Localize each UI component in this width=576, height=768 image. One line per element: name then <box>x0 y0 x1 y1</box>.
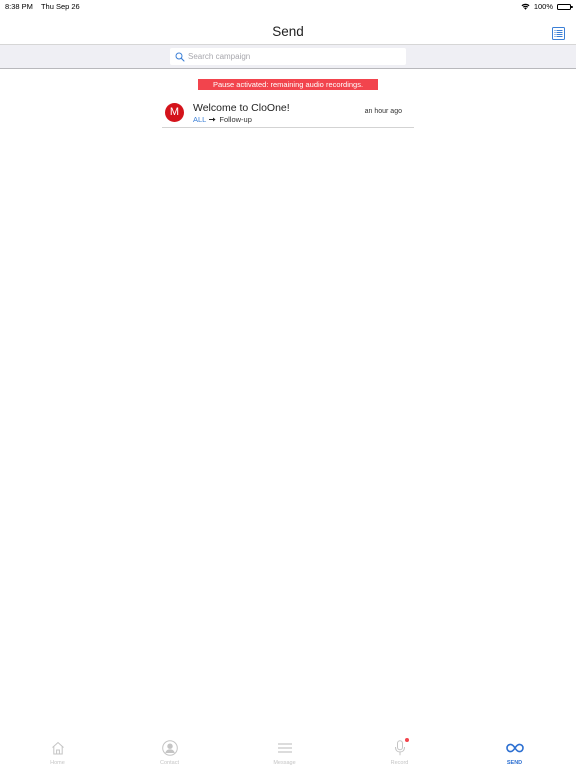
search-box[interactable] <box>170 48 406 65</box>
campaign-list-button[interactable] <box>552 27 565 40</box>
page-title: Send <box>272 24 304 39</box>
infinity-icon <box>505 739 524 757</box>
arrow-right-icon <box>209 117 216 122</box>
record-indicator-dot <box>404 738 409 742</box>
campaign-step: Follow-up <box>219 115 252 124</box>
tab-contact[interactable]: Contact <box>112 733 227 768</box>
tab-label-send: SEND <box>506 760 523 766</box>
status-left: 8:38 PM Thu Sep 26 <box>5 2 80 11</box>
tab-record[interactable]: Record <box>342 733 457 768</box>
menu-icon <box>277 739 293 757</box>
avatar: M <box>165 103 184 122</box>
list-icon <box>552 27 565 40</box>
wifi-icon <box>521 3 530 10</box>
tab-bar: Home Contact Message Record SEND <box>0 733 576 768</box>
status-right: 100% <box>521 2 573 11</box>
tab-send[interactable]: SEND <box>457 733 572 768</box>
campaign-subtitle: ALL Follow-up <box>193 115 252 124</box>
tab-message[interactable]: Message <box>227 733 342 768</box>
tab-home[interactable]: Home <box>0 733 115 768</box>
campaign-time: an hour ago <box>364 108 402 115</box>
search-bar <box>0 45 576 69</box>
campaign-title: Welcome to CloOne! <box>193 102 290 114</box>
search-input[interactable] <box>188 52 398 61</box>
home-icon <box>51 739 65 757</box>
battery-percent: 100% <box>533 2 553 11</box>
tab-label-home: Home <box>50 760 65 766</box>
pause-banner: Pause activated: remaining audio recordi… <box>198 79 378 90</box>
campaign-audience: ALL <box>193 115 207 124</box>
campaign-row[interactable]: M Welcome to CloOne! ALL Follow-up an ho… <box>162 98 414 128</box>
nav-bar: Send <box>0 14 576 45</box>
status-bar: 8:38 PM Thu Sep 26 100% <box>0 0 576 14</box>
status-time: 8:38 PM <box>5 2 33 11</box>
search-icon <box>175 52 185 62</box>
tab-label-contact: Contact <box>160 760 179 766</box>
microphone-icon <box>394 738 409 757</box>
tab-label-message: Message <box>273 760 296 766</box>
contact-icon <box>161 739 178 757</box>
battery-icon <box>557 3 573 10</box>
tab-label-record: Record <box>390 760 409 766</box>
status-date: Thu Sep 26 <box>40 2 80 11</box>
